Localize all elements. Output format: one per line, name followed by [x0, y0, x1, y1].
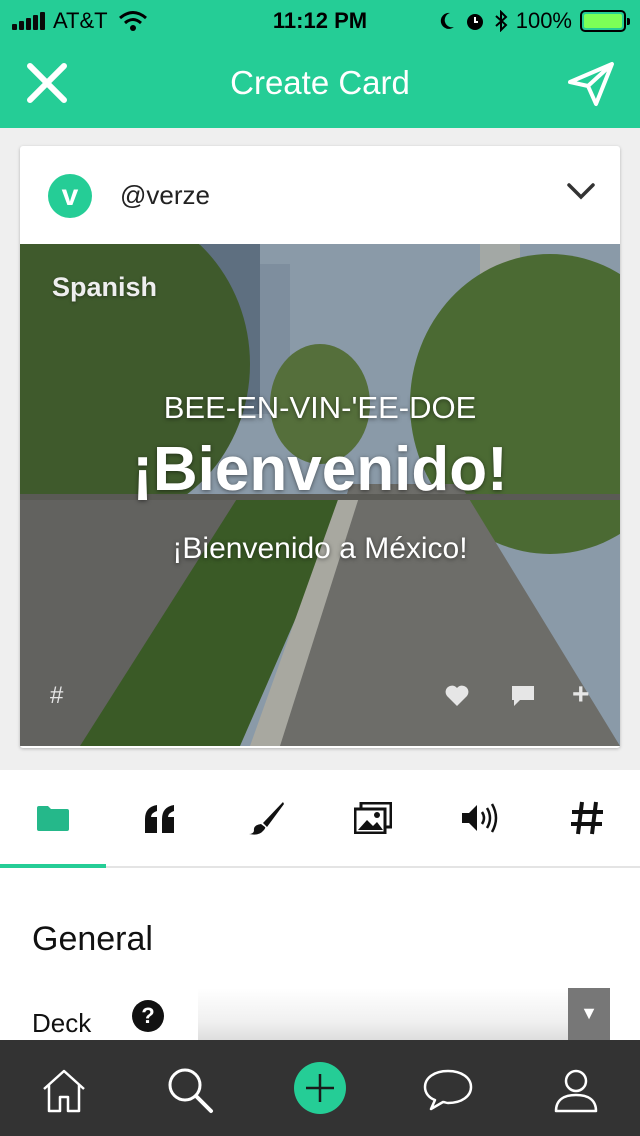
add-icon[interactable]: +	[572, 678, 590, 712]
card-preview: v @verze Spanish BEE-EN-VIN-'EE-DOE ¡Bie…	[20, 146, 620, 748]
dropdown-arrow-icon[interactable]: ▼	[568, 988, 610, 1040]
help-icon[interactable]: ?	[132, 1000, 164, 1032]
tab-style[interactable]	[214, 770, 320, 866]
create-icon	[306, 1074, 334, 1102]
tool-tabs	[0, 770, 640, 868]
status-bar: AT&T 11:12 PM 100%	[0, 0, 640, 40]
profile-icon	[554, 1069, 598, 1113]
pronunciation-text: BEE-EN-VIN-'EE-DOE	[163, 390, 477, 425]
section-title: General	[32, 920, 153, 958]
images-icon	[354, 802, 392, 834]
hashtag-icon[interactable]: #	[50, 682, 63, 710]
battery-percent: 100%	[515, 8, 572, 33]
home-icon	[43, 1069, 85, 1113]
vocab-word: ¡Bienvenido!	[132, 435, 508, 504]
username[interactable]: @verze	[120, 180, 210, 211]
quote-icon	[145, 805, 174, 833]
battery-icon	[580, 10, 630, 32]
tab-audio[interactable]	[427, 770, 533, 866]
brush-icon	[249, 802, 284, 835]
card-header: v @verze	[20, 146, 620, 244]
tab-profile[interactable]	[546, 1060, 606, 1120]
tab-images[interactable]	[320, 770, 426, 866]
card-image[interactable]: Spanish BEE-EN-VIN-'EE-DOE ¡Bienvenido! …	[20, 244, 620, 746]
tab-messages[interactable]	[418, 1060, 478, 1120]
alarm-icon	[466, 14, 483, 30]
deck-label: Deck	[32, 1008, 92, 1038]
search-icon	[168, 1068, 213, 1113]
speaker-icon	[462, 803, 498, 833]
comment-icon[interactable]	[510, 684, 536, 708]
moon-icon	[440, 12, 454, 29]
settings-panel: General Deck ? ▼	[0, 868, 640, 1044]
chevron-down-icon[interactable]	[566, 180, 596, 202]
tab-quote[interactable]	[107, 770, 213, 866]
send-icon[interactable]	[566, 58, 616, 108]
example-sentence: ¡Bienvenido a México!	[172, 532, 468, 565]
tab-home[interactable]	[34, 1060, 94, 1120]
page-title: Create Card	[230, 64, 410, 101]
deck-select[interactable]: ▼	[198, 988, 610, 1044]
tab-tags[interactable]	[534, 770, 640, 866]
create-button[interactable]	[294, 1062, 346, 1114]
bluetooth-icon	[495, 10, 508, 32]
chat-icon	[423, 1069, 473, 1111]
bottom-tab-bar	[0, 1040, 640, 1136]
avatar[interactable]: v	[48, 174, 92, 218]
tab-search[interactable]	[160, 1060, 220, 1120]
language-label: Spanish	[52, 272, 158, 302]
hashtag-icon	[571, 801, 603, 835]
heart-icon[interactable]	[444, 684, 470, 708]
folder-icon	[37, 806, 69, 831]
tab-general[interactable]	[0, 770, 106, 868]
nav-bar: Create Card	[0, 40, 640, 128]
